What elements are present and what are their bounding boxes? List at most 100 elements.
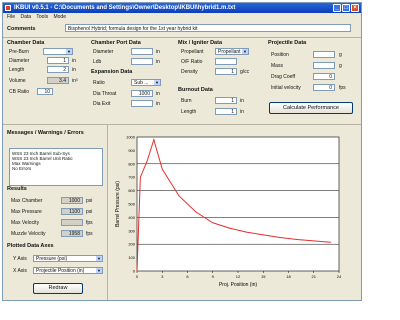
burnout-title: Burnout Data	[178, 87, 213, 93]
result-label: Max Velocity	[11, 220, 40, 226]
port-ldb-input[interactable]	[131, 58, 153, 65]
proj-label: Drag Coeff	[271, 74, 296, 80]
port-label: Ldb	[93, 59, 102, 65]
comments-label: Comments	[7, 26, 36, 32]
drag-input[interactable]: 0	[313, 73, 335, 80]
result-value: 1100	[61, 208, 83, 215]
proj-label: Mass	[271, 63, 283, 69]
throat-input[interactable]: 1000	[131, 90, 153, 97]
title-bar: IKBUI v0.5.1 - C:\Documents and Settings…	[3, 3, 361, 13]
result-value: 1958	[61, 230, 83, 237]
data-point	[195, 211, 197, 213]
chamber-label: Length	[9, 67, 25, 73]
mix-title: Mix / Igniter Data	[178, 40, 223, 46]
density-input[interactable]: 1	[215, 68, 237, 75]
unit: g/cc	[240, 69, 250, 75]
x-tick-label: 24	[337, 274, 342, 279]
y-axis-title: Barrel Pressure (psi)	[115, 181, 121, 227]
plot-area	[136, 136, 340, 272]
plotted-title: Plotted Data Axes	[7, 243, 54, 249]
chamber-diameter-input[interactable]: 1	[47, 57, 69, 64]
maximize-button[interactable]: □	[342, 4, 350, 12]
burn-input[interactable]: 1	[215, 97, 237, 104]
messages-list: WSS 23 Inch Barrel Sub-Sys WSS 23 Inch B…	[9, 148, 103, 186]
data-point	[279, 237, 281, 238]
mix-label: O/F Ratio	[181, 59, 203, 65]
divider	[107, 125, 108, 300]
calculate-performance-button[interactable]: Calculate Performance	[269, 102, 353, 114]
result-value	[61, 219, 83, 226]
divider	[3, 124, 361, 125]
chamber-length-input[interactable]: 2	[47, 66, 69, 73]
port-label: Ratio	[93, 80, 105, 86]
mass-input[interactable]	[313, 62, 335, 69]
chamber-label: Volume	[9, 78, 26, 84]
data-point	[161, 168, 163, 170]
exit-input[interactable]	[131, 100, 153, 107]
y-axis-select[interactable]: Pressure (psi) ▼	[33, 255, 103, 262]
unit: in	[72, 67, 76, 73]
menu-bar: File Data Tools Mode	[3, 13, 361, 21]
unit: fps	[86, 220, 93, 226]
menu-data[interactable]: Data	[20, 14, 31, 20]
position-input[interactable]	[313, 51, 335, 58]
minimize-button[interactable]: _	[333, 4, 341, 12]
chamber-label: Diameter	[9, 58, 30, 64]
x-tick-label: 3	[161, 274, 164, 279]
y-tick-label: 300	[128, 228, 135, 233]
unit: psi	[86, 198, 93, 204]
propellant-select[interactable]: Propellant ▼	[215, 48, 249, 55]
port-label: Dia Throat	[93, 91, 117, 97]
x-tick-label: 15	[261, 274, 266, 279]
expansion-title: Expansion Data	[91, 69, 133, 75]
y-tick-label: 800	[128, 161, 135, 166]
velocity-input[interactable]: 0	[313, 84, 335, 91]
window-title: IKBUI v0.5.1 - C:\Documents and Settings…	[14, 5, 236, 11]
length-input[interactable]: 1	[215, 108, 237, 115]
data-point	[153, 139, 155, 141]
redraw-button[interactable]: Redraw	[33, 283, 83, 294]
y-tick-label: 400	[128, 215, 135, 220]
y-tick-label: 0	[133, 269, 136, 274]
result-value: 1000	[61, 197, 83, 204]
menu-mode[interactable]: Mode	[53, 14, 66, 20]
unit: fps	[86, 231, 93, 237]
x-axis-select[interactable]: Projectile Position (in) ▼	[33, 267, 103, 274]
x-axis-title: Proj. Position (in)	[219, 282, 257, 288]
y-tick-label: 900	[128, 148, 135, 153]
chamber-volume-readout: 3.4	[47, 77, 69, 84]
unit: fps	[339, 85, 346, 91]
menu-tools[interactable]: Tools	[36, 14, 48, 20]
port-label: Diameter	[93, 49, 114, 55]
port-diameter-input[interactable]	[131, 48, 153, 55]
menu-file[interactable]: File	[7, 14, 15, 20]
chamber-preburn-select[interactable]: ▼	[43, 48, 73, 55]
chamber-label: CB Ratio	[9, 89, 30, 95]
results-title: Results	[7, 186, 27, 192]
message-line: No Errors	[12, 166, 32, 171]
comments-field[interactable]: Bisphenol Hybrid; formula design for the…	[65, 24, 351, 32]
result-label: Max Chamber	[11, 198, 43, 204]
unit: g	[339, 52, 342, 58]
x-tick-label: 18	[286, 274, 291, 279]
chevron-down-icon: ▼	[242, 49, 248, 54]
x-tick-label: 12	[236, 274, 241, 279]
unit: in	[156, 91, 160, 97]
mix-label: Burn	[181, 98, 192, 104]
data-point	[136, 270, 138, 272]
data-point	[330, 241, 331, 243]
data-point	[246, 231, 247, 233]
y-tick-label: 1000	[126, 135, 136, 140]
pressure-chart: 0 100 200 300 400 500 600 700 800 900 1000 0 3 6 9 12 15…	[115, 135, 342, 289]
y-tick-label: 500	[128, 202, 135, 207]
chamber-port-title: Chamber Port Data	[91, 40, 141, 46]
expansion-ratio-select[interactable]: Sub ... ▼	[131, 79, 161, 86]
y-tick-label: 600	[128, 188, 135, 193]
app-window: IKBUI v0.5.1 - C:\Documents and Settings…	[2, 2, 362, 301]
close-button[interactable]: ×	[351, 4, 359, 12]
data-point	[262, 234, 264, 236]
y-tick-label: 200	[128, 242, 135, 247]
data-point	[146, 160, 148, 162]
of-ratio-input[interactable]	[215, 58, 237, 65]
chamber-cb-ratio-input[interactable]: 10	[37, 88, 53, 95]
